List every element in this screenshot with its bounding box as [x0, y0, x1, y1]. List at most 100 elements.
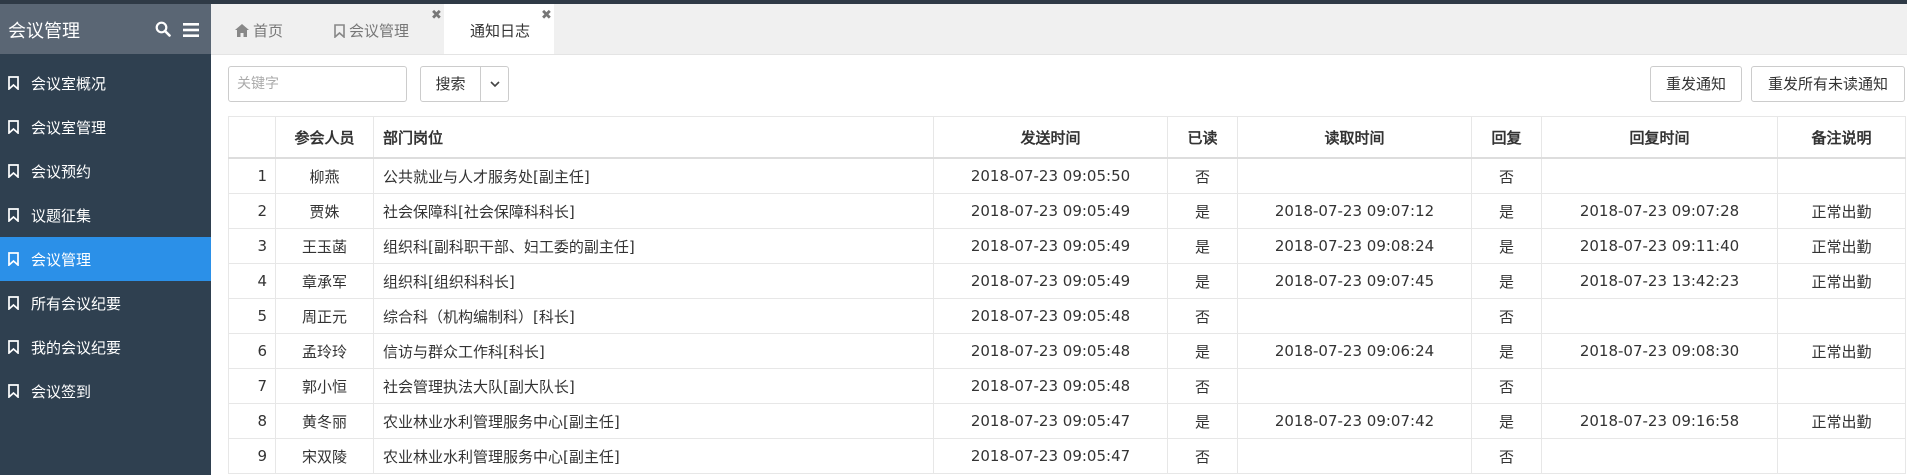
- cell-reply: 否: [1471, 438, 1542, 474]
- column-header-attendee[interactable]: 参会人员: [275, 116, 374, 159]
- table-row[interactable]: 2 贾姝 社会保障科[社会保障科科长] 2018-07-23 09:05:49 是 201…: [228, 193, 1906, 229]
- cell-attendee: 王玉菡: [275, 228, 374, 264]
- cell-read: 否: [1167, 368, 1238, 404]
- close-icon[interactable]: ✖: [431, 8, 442, 23]
- cell-reply-time: [1541, 368, 1778, 404]
- table-header-row: 参会人员 部门岗位 发送时间 已读 读取时间 回复 回复时间 备注说明: [228, 116, 1906, 159]
- cell-remarks: [1777, 368, 1906, 404]
- bookmark-icon: [334, 24, 345, 39]
- tab-home[interactable]: 首页: [223, 4, 309, 54]
- cell-read-time: 2018-07-23 09:07:12: [1237, 193, 1472, 229]
- cell-read-time: 2018-07-23 09:07:45: [1237, 263, 1472, 299]
- cell-read-time: 2018-07-23 09:08:24: [1237, 228, 1472, 264]
- cell-department: 综合科（机构编制科）[科长]: [373, 298, 934, 334]
- cell-sent-time: 2018-07-23 09:05:47: [933, 403, 1168, 439]
- cell-sent-time: 2018-07-23 09:05:49: [933, 263, 1168, 299]
- cell-reply: 否: [1471, 368, 1542, 404]
- cell-read: 是: [1167, 193, 1238, 229]
- tab-notification-log[interactable]: 通知日志 ✖: [444, 4, 554, 54]
- cell-reply-time: 2018-07-23 09:11:40: [1541, 228, 1778, 264]
- tab-meeting-management[interactable]: 会议管理 ✖: [320, 4, 444, 54]
- tab-label: 会议管理: [349, 22, 410, 40]
- cell-read: 是: [1167, 403, 1238, 439]
- cell-remarks: [1777, 157, 1906, 194]
- cell-department: 组织科[副科职干部、妇工委的副主任]: [373, 228, 934, 264]
- bookmark-icon: [8, 119, 19, 138]
- bookmark-icon: [8, 383, 19, 402]
- table-row[interactable]: 6 孟玲玲 信访与群众工作科[科长] 2018-07-23 09:05:48 是 2018…: [228, 333, 1906, 369]
- search-button[interactable]: 搜索: [420, 66, 481, 102]
- cell-sent-time: 2018-07-23 09:05:48: [933, 368, 1168, 404]
- cell-attendee: 孟玲玲: [275, 333, 374, 369]
- sidebar-item[interactable]: 所有会议纪要: [0, 281, 211, 325]
- sidebar-item[interactable]: 我的会议纪要: [0, 325, 211, 369]
- cell-remarks: 正常出勤: [1777, 263, 1906, 299]
- cell-index: 9: [228, 438, 276, 474]
- tab-label: 通知日志: [470, 22, 531, 40]
- cell-read: 否: [1167, 157, 1238, 194]
- sidebar-item[interactable]: 议题征集: [0, 193, 211, 237]
- table-row[interactable]: 5 周正元 综合科（机构编制科）[科长] 2018-07-23 09:05:48 否否: [228, 298, 1906, 334]
- cell-attendee: 黄冬丽: [275, 403, 374, 439]
- column-header-reply[interactable]: 回复: [1471, 116, 1542, 159]
- cell-remarks: 正常出勤: [1777, 403, 1906, 439]
- resend-button[interactable]: 重发通知: [1650, 66, 1742, 102]
- cell-read: 是: [1167, 263, 1238, 299]
- sidebar-item[interactable]: 会议室管理: [0, 105, 211, 149]
- sidebar: 会议管理 会议室概况 会议室管理 会议预约 议题征集 会议管理 所有会议纪要 我的会议纪要会…: [0, 4, 211, 475]
- sidebar-item[interactable]: 会议室概况: [0, 61, 211, 105]
- cell-attendee: 郭小恒: [275, 368, 374, 404]
- search-dropdown-button[interactable]: [480, 66, 509, 102]
- table-row[interactable]: 4 章承军 组织科[组织科科长] 2018-07-23 09:05:49 是 2018-0…: [228, 263, 1906, 299]
- cell-read-time: 2018-07-23 09:07:42: [1237, 403, 1472, 439]
- cell-attendee: 宋双陵: [275, 438, 374, 474]
- notification-log-table: 参会人员 部门岗位 发送时间 已读 读取时间 回复 回复时间 备注说明 1 柳燕公…: [228, 116, 1906, 474]
- table-row[interactable]: 9 宋双陵 农业林业水利管理服务中心[副主任] 2018-07-23 09:05:47…: [228, 438, 1906, 474]
- cell-reply-time: 2018-07-23 09:08:30: [1541, 333, 1778, 369]
- menu-icon[interactable]: [183, 22, 199, 41]
- column-header-read[interactable]: 已读: [1167, 116, 1238, 159]
- cell-remarks: 正常出勤: [1777, 228, 1906, 264]
- bookmark-icon: [8, 251, 19, 270]
- sidebar-item[interactable]: 会议预约: [0, 149, 211, 193]
- cell-reply: 否: [1471, 157, 1542, 194]
- sidebar-item-label: 会议签到: [31, 383, 92, 401]
- sidebar-item[interactable]: 会议签到: [0, 369, 211, 413]
- cell-sent-time: 2018-07-23 09:05:49: [933, 193, 1168, 229]
- column-header-read-time[interactable]: 读取时间: [1237, 116, 1472, 159]
- table-row[interactable]: 8 黄冬丽 农业林业水利管理服务中心[副主任] 2018-07-23 09:05:47…: [228, 403, 1906, 439]
- sidebar-item-label: 会议预约: [31, 163, 92, 181]
- column-header-department[interactable]: 部门岗位: [373, 116, 934, 159]
- bookmark-icon: [8, 207, 19, 226]
- cell-reply: 是: [1471, 333, 1542, 369]
- column-header-reply-time[interactable]: 回复时间: [1541, 116, 1778, 159]
- cell-reply-time: 2018-07-23 09:16:58: [1541, 403, 1778, 439]
- cell-index: 3: [228, 228, 276, 264]
- cell-sent-time: 2018-07-23 09:05:50: [933, 157, 1168, 194]
- cell-remarks: 正常出勤: [1777, 333, 1906, 369]
- cell-reply-time: [1541, 157, 1778, 194]
- column-header-remarks[interactable]: 备注说明: [1777, 116, 1906, 159]
- cell-index: 2: [228, 193, 276, 229]
- tab-label: 首页: [253, 22, 284, 40]
- close-icon[interactable]: ✖: [541, 8, 552, 23]
- table-row[interactable]: 3 王玉菡 组织科[副科职干部、妇工委的副主任] 2018-07-23 09:05:4…: [228, 228, 1906, 264]
- keyword-input[interactable]: [228, 66, 407, 102]
- search-icon[interactable]: [155, 21, 171, 41]
- cell-index: 7: [228, 368, 276, 404]
- cell-attendee: 柳燕: [275, 157, 374, 194]
- cell-read: 是: [1167, 228, 1238, 264]
- bookmark-icon: [8, 163, 19, 182]
- cell-sent-time: 2018-07-23 09:05:48: [933, 298, 1168, 334]
- table-row[interactable]: 1 柳燕 公共就业与人才服务处[副主任] 2018-07-23 09:05:50 否否: [228, 157, 1906, 194]
- column-header-sent-time[interactable]: 发送时间: [933, 116, 1168, 159]
- cell-index: 8: [228, 403, 276, 439]
- column-header-index[interactable]: [228, 116, 276, 159]
- cell-reply: 是: [1471, 228, 1542, 264]
- sidebar-item[interactable]: 会议管理: [0, 237, 211, 281]
- cell-read: 是: [1167, 333, 1238, 369]
- table-row[interactable]: 7 郭小恒 社会管理执法大队[副大队长] 2018-07-23 09:05:48 否否: [228, 368, 1906, 404]
- resend-all-unread-button[interactable]: 重发所有未读通知: [1751, 66, 1905, 102]
- bookmark-icon: [8, 295, 19, 314]
- cell-read-time: [1237, 368, 1472, 404]
